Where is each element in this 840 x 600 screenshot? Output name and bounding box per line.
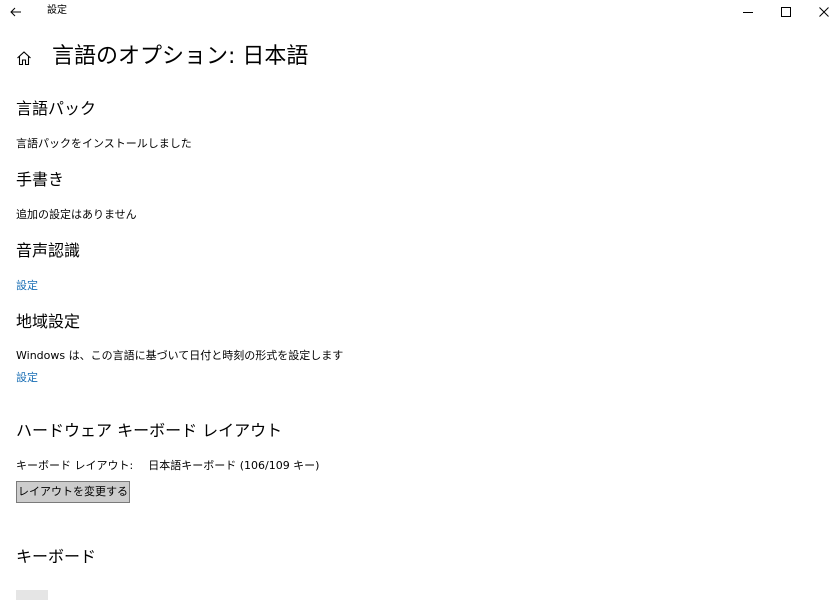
maximize-button[interactable] [766, 0, 806, 24]
regional-heading: 地域設定 [16, 312, 81, 331]
keyboard-layout-value: 日本語キーボード (106/109 キー) [148, 459, 320, 472]
handwriting-status: 追加の設定はありません [16, 208, 137, 221]
close-icon [819, 7, 829, 17]
keyboard-layout-line: キーボード レイアウト: 日本語キーボード (106/109 キー) [16, 458, 319, 474]
minimize-button[interactable] [728, 0, 768, 24]
change-layout-button[interactable]: レイアウトを変更する [16, 481, 130, 503]
speech-heading: 音声認識 [16, 241, 81, 260]
keyboard-item-icon-box[interactable] [16, 590, 48, 600]
speech-settings-link[interactable]: 設定 [16, 278, 38, 294]
home-button[interactable] [14, 48, 34, 68]
regional-settings-link[interactable]: 設定 [16, 370, 38, 386]
home-icon [17, 51, 31, 66]
keyboard-layout-label: キーボード レイアウト: [16, 459, 134, 472]
title-bar: 設定 [0, 0, 840, 24]
handwriting-heading: 手書き [16, 170, 65, 189]
page-title: 言語のオプション: 日本語 [52, 44, 309, 69]
app-title: 設定 [47, 5, 67, 16]
maximize-icon [781, 7, 791, 17]
language-pack-status: 言語パックをインストールしました [16, 137, 192, 150]
keyboard-heading: キーボード [16, 547, 97, 566]
language-pack-heading: 言語パック [16, 99, 97, 118]
back-arrow-icon [10, 7, 21, 17]
back-button[interactable] [4, 0, 28, 24]
regional-description: Windows は、この言語に基づいて日付と時刻の形式を設定します [16, 349, 344, 362]
hardware-keyboard-heading: ハードウェア キーボード レイアウト [16, 421, 283, 440]
minimize-icon [743, 12, 753, 13]
close-button[interactable] [804, 0, 840, 24]
